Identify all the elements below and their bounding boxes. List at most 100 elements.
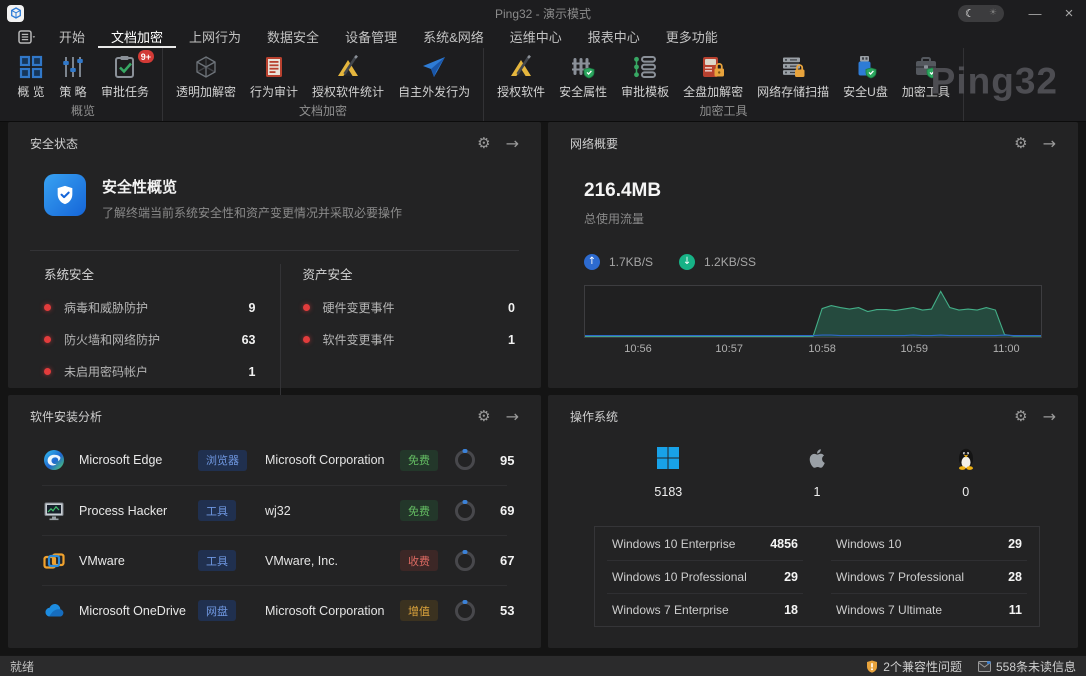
software-list-item[interactable]: Microsoft OneDrive网盘Microsoft Corporatio… <box>42 585 507 635</box>
software-list-item[interactable]: Process Hacker工具wj32免费69 <box>42 485 507 535</box>
software-list-item[interactable]: Microsoft Edge浏览器Microsoft Corporation免费… <box>42 435 507 485</box>
software-name: Process Hacker <box>79 504 187 518</box>
close-button[interactable]: × <box>1052 0 1086 26</box>
ribbon-group-0: 概 览策 略9+审批任务概览 <box>4 48 163 121</box>
window-title: Ping32 - 演示模式 <box>0 5 1086 22</box>
licensed-software-icon <box>507 53 535 81</box>
compatibility-issues[interactable]: 2个兼容性问题 <box>866 658 962 675</box>
os-version-count: 29 <box>1008 537 1022 551</box>
software-score: 95 <box>500 453 514 468</box>
menu-item-5[interactable]: 系统&网络 <box>410 26 497 48</box>
dashboard: 安全状态 ⚙ → 安全性概览 了解终端当前系统安全性和资产变更情况并采取必要操作… <box>0 122 1086 655</box>
network-storage-scan-icon <box>779 53 807 81</box>
security-metric-row: 软件变更事件1 <box>303 331 516 348</box>
arrow-right-icon[interactable]: → <box>1043 409 1056 425</box>
software-name: VMware <box>79 554 187 568</box>
metric-label: 硬件变更事件 <box>323 299 395 316</box>
linux-icon <box>953 443 979 473</box>
divider <box>30 250 519 251</box>
security-column-1: 资产安全硬件变更事件0软件变更事件1 <box>280 264 516 395</box>
statusbar: 就绪 2个兼容性问题 558条未读信息 <box>0 655 1086 676</box>
gear-icon[interactable]: ⚙ <box>477 136 490 151</box>
score-ring <box>455 501 475 521</box>
security-metric-row: 防火墙和网络防护63 <box>44 331 256 348</box>
menubar: 开始文档加密上网行为数据安全设备管理系统&网络运维中心报表中心更多功能 <box>0 26 1086 48</box>
ribbon-item-1-0[interactable]: 透明加解密 <box>169 51 243 102</box>
os-version-label: Windows 7 Ultimate <box>836 603 942 617</box>
score-ring <box>455 450 475 470</box>
alert-dot-icon <box>44 368 51 375</box>
ribbon-item-2-3[interactable]: 全盘加解密 <box>676 51 750 102</box>
x-axis-tick: 11:00 <box>993 343 1020 355</box>
security-column-0: 系统安全病毒和威胁防护9防火墙和网络防护63未启用密码帐户1 <box>44 264 280 395</box>
ribbon-item-0-1[interactable]: 策 略 <box>52 51 94 102</box>
brand-watermark: Ping32 <box>931 60 1058 102</box>
minimize-button[interactable]: — <box>1018 0 1052 26</box>
behavior-audit-icon <box>260 53 288 81</box>
software-price-badge: 收费 <box>400 550 438 571</box>
software-price-badge: 增值 <box>400 600 438 621</box>
os-platform-apple: 1 <box>743 443 892 499</box>
menu-item-3[interactable]: 数据安全 <box>254 26 332 48</box>
menu-item-8[interactable]: 更多功能 <box>653 26 731 48</box>
os-version-table: Windows 10 Enterprise4856Windows 1029Win… <box>594 526 1040 627</box>
app-menu-button[interactable] <box>8 26 46 48</box>
ribbon-item-0-0[interactable]: 概 览 <box>10 51 52 102</box>
menu-item-7[interactable]: 报表中心 <box>575 26 653 48</box>
menu-item-4[interactable]: 设备管理 <box>332 26 410 48</box>
ribbon-item-label: 授权软件统计 <box>312 83 384 100</box>
menu-item-2[interactable]: 上网行为 <box>176 26 254 48</box>
menu-item-1[interactable]: 文档加密 <box>98 26 176 48</box>
os-table-cell: Windows 7 Enterprise18 <box>607 593 803 626</box>
vmware-icon <box>42 549 66 573</box>
metric-label: 防火墙和网络防护 <box>64 331 160 348</box>
os-platform-count: 1 <box>814 485 821 499</box>
notification-badge: 9+ <box>138 50 154 63</box>
menu-item-6[interactable]: 运维中心 <box>497 26 575 48</box>
panel-network-summary: 网络概要 ⚙ → 216.4MB 总使用流量 ↑ 1.7KB/S ↓ 1.2KB… <box>548 122 1078 388</box>
arrow-right-icon[interactable]: → <box>506 136 519 152</box>
arrow-right-icon[interactable]: → <box>506 409 519 425</box>
ribbon-item-1-2[interactable]: 授权软件统计 <box>305 51 391 102</box>
software-vendor: Microsoft Corporation <box>265 604 389 618</box>
ribbon-item-2-4[interactable]: 网络存储扫描 <box>750 51 836 102</box>
unread-messages[interactable]: 558条未读信息 <box>978 658 1076 675</box>
gear-icon[interactable]: ⚙ <box>1014 409 1027 424</box>
os-platform-count: 0 <box>962 485 969 499</box>
ribbon-group-label: 加密工具 <box>490 102 957 120</box>
ribbon-item-2-5[interactable]: 安全U盘 <box>836 51 895 102</box>
ribbon-item-1-1[interactable]: 行为审计 <box>243 51 305 102</box>
metric-value: 1 <box>249 365 256 379</box>
policy-sliders-icon <box>59 53 87 81</box>
software-score: 53 <box>500 603 514 618</box>
theme-toggle[interactable]: ☾ ☀ <box>958 5 1004 22</box>
ribbon-item-2-1[interactable]: 安全属性 <box>552 51 614 102</box>
metric-label: 软件变更事件 <box>323 331 395 348</box>
gear-icon[interactable]: ⚙ <box>477 409 490 424</box>
os-table-cell: Windows 7 Professional28 <box>831 560 1027 593</box>
ribbon-item-2-2[interactable]: 审批模板 <box>614 51 676 102</box>
ribbon-item-1-3[interactable]: 自主外发行为 <box>391 51 477 102</box>
metric-value: 9 <box>249 301 256 315</box>
ribbon-item-label: 授权软件 <box>497 83 545 100</box>
os-version-label: Windows 7 Enterprise <box>612 603 729 617</box>
overview-grid-icon <box>17 53 45 81</box>
software-price-badge: 免费 <box>400 500 438 521</box>
process-hacker-icon <box>42 499 66 523</box>
ribbon-item-label: 安全属性 <box>559 83 607 100</box>
alert-dot-icon <box>303 336 310 343</box>
outgoing-plane-icon <box>420 53 448 81</box>
x-axis-tick: 10:57 <box>715 343 743 355</box>
arrow-right-icon[interactable]: → <box>1043 136 1056 152</box>
ribbon-item-0-2[interactable]: 9+审批任务 <box>94 51 156 102</box>
gear-icon[interactable]: ⚙ <box>1014 136 1027 151</box>
menu-item-0[interactable]: 开始 <box>46 26 98 48</box>
os-table-cell: Windows 1029 <box>831 527 1027 560</box>
software-list-item[interactable]: VMware工具VMware, Inc.收费67 <box>42 535 507 585</box>
transparent-crypt-cube-icon <box>192 53 220 81</box>
secure-usb-icon <box>851 53 879 81</box>
ribbon-item-2-0[interactable]: 授权软件 <box>490 51 552 102</box>
security-overview-hero: 安全性概览 了解终端当前系统安全性和资产变更情况并采取必要操作 <box>44 174 402 221</box>
security-metric-row: 硬件变更事件0 <box>303 299 516 316</box>
upload-arrow-icon: ↑ <box>584 254 600 270</box>
